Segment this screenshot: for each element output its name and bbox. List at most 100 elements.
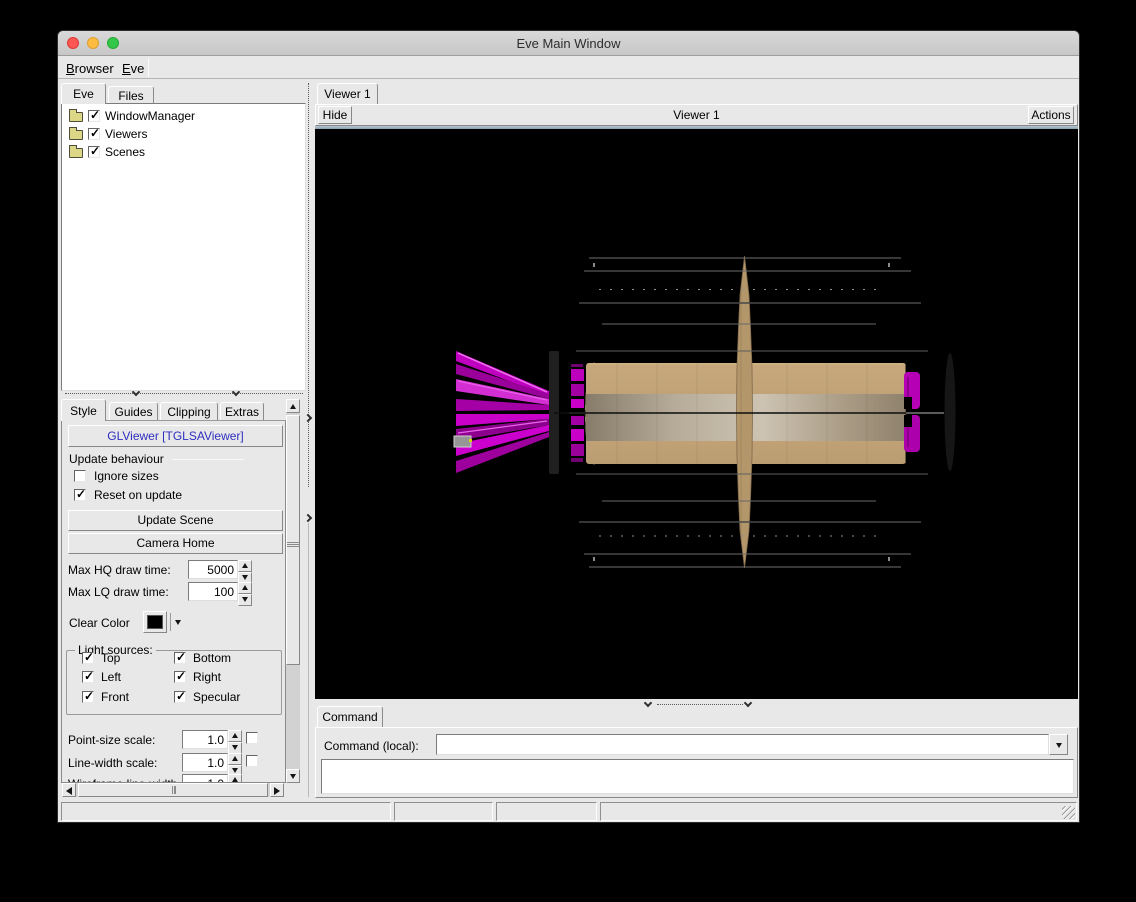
- glviewer-button[interactable]: GLViewer [TGLSAViewer]: [68, 425, 283, 447]
- light-specular-checkbox[interactable]: [174, 689, 186, 703]
- style-panel: GLViewer [TGLSAViewer] Update behaviour …: [61, 420, 286, 783]
- windowmanager-checkbox[interactable]: [88, 108, 100, 122]
- splitter-collapse-icon[interactable]: [303, 413, 313, 423]
- scroll-left-icon[interactable]: [62, 783, 76, 797]
- actions-button[interactable]: Actions: [1028, 106, 1074, 124]
- thumb-grip: [287, 541, 299, 548]
- folder-icon: [69, 127, 83, 140]
- splitter-collapse-icon[interactable]: [743, 698, 753, 708]
- tab-files[interactable]: Files: [108, 86, 154, 104]
- light-bottom-checkbox[interactable]: [174, 650, 186, 664]
- clear-color-swatch[interactable]: [143, 611, 167, 633]
- tab-guides[interactable]: Guides: [109, 402, 158, 421]
- command-output[interactable]: [321, 759, 1074, 794]
- max-lq-label: Max LQ draw time:: [68, 585, 169, 599]
- reset-on-update-label: Reset on update: [94, 488, 183, 502]
- eve-main-window: Eve Main Window Browser Eve Eve Files Wi…: [57, 30, 1080, 823]
- gl-viewport-scene: [453, 255, 956, 569]
- wireframe-input[interactable]: 1.0: [182, 774, 228, 782]
- tree-row-windowmanager[interactable]: WindowManager: [62, 108, 305, 126]
- desktop-background: Eve Main Window Browser Eve Eve Files Wi…: [0, 0, 1136, 902]
- spin-up-icon[interactable]: [238, 582, 252, 594]
- splitter-collapse-icon[interactable]: [303, 513, 313, 523]
- command-input[interactable]: [436, 734, 1049, 755]
- tree-row-viewers[interactable]: Viewers: [62, 126, 305, 144]
- point-size-label: Point-size scale:: [68, 733, 156, 747]
- ignore-sizes-checkbox[interactable]: [74, 470, 86, 482]
- camera-home-button[interactable]: Camera Home: [68, 533, 283, 554]
- command-dropdown[interactable]: [1049, 734, 1068, 755]
- status-segment: [61, 802, 391, 821]
- max-hq-spinner[interactable]: [238, 560, 252, 584]
- tab-command[interactable]: Command: [317, 706, 383, 727]
- light-front-checkbox[interactable]: [82, 689, 94, 703]
- clear-color-dropdown[interactable]: [170, 613, 184, 631]
- line-width-label: Line-width scale:: [68, 756, 158, 770]
- command-local-label: Command (local):: [324, 739, 419, 753]
- folder-icon: [69, 145, 83, 158]
- viewer-command-splitter[interactable]: [315, 698, 1078, 708]
- point-size-input[interactable]: 1.0: [182, 730, 228, 749]
- status-segment: [394, 802, 493, 821]
- viewers-checkbox[interactable]: [88, 126, 100, 140]
- resize-grip[interactable]: [1062, 806, 1075, 819]
- status-segment: [600, 802, 1077, 821]
- folder-icon: [69, 109, 83, 122]
- command-panel: Command (local):: [315, 727, 1078, 798]
- eve-tree-list[interactable]: WindowManager Viewers Scenes: [61, 103, 306, 391]
- tab-style[interactable]: Style: [61, 399, 106, 421]
- light-left-checkbox[interactable]: [82, 669, 94, 683]
- scroll-up-icon[interactable]: [286, 399, 300, 413]
- menu-eve[interactable]: Eve: [118, 60, 148, 77]
- tree-row-scenes[interactable]: Scenes: [62, 144, 305, 162]
- group-rule: [172, 459, 244, 460]
- wireframe-spinner[interactable]: [228, 774, 242, 782]
- spin-up-icon[interactable]: [228, 730, 242, 742]
- update-behaviour-label: Update behaviour: [69, 452, 164, 466]
- update-scene-button[interactable]: Update Scene: [68, 510, 283, 531]
- scroll-right-icon[interactable]: [270, 783, 284, 797]
- status-segment: [496, 802, 597, 821]
- wireframe-label: Wireframe line-width: [68, 777, 177, 782]
- style-vscrollbar[interactable]: [286, 399, 300, 783]
- max-hq-input[interactable]: 5000: [188, 560, 238, 579]
- max-lq-input[interactable]: 100: [188, 582, 238, 601]
- viewer-frame-edge: [315, 126, 1078, 129]
- tab-extras[interactable]: Extras: [220, 402, 264, 421]
- line-width-input[interactable]: 1.0: [182, 753, 228, 772]
- gl-viewport[interactable]: [315, 129, 1078, 699]
- hscrollbar-thumb[interactable]: [78, 783, 268, 797]
- spin-down-icon[interactable]: [238, 594, 252, 606]
- tab-clipping[interactable]: Clipping: [160, 402, 218, 421]
- light-right-checkbox[interactable]: [174, 669, 186, 683]
- point-size-checkbox[interactable]: [246, 732, 258, 744]
- reset-on-update-checkbox[interactable]: [74, 487, 86, 501]
- scenes-checkbox[interactable]: [88, 144, 100, 158]
- line-width-checkbox[interactable]: [246, 755, 258, 767]
- max-lq-spinner[interactable]: [238, 582, 252, 606]
- scroll-down-icon[interactable]: [286, 769, 300, 783]
- spin-up-icon[interactable]: [228, 774, 242, 782]
- viewer-header: Hide Viewer 1 Actions: [315, 104, 1078, 126]
- menu-divider: [148, 58, 149, 77]
- light-top-checkbox[interactable]: [82, 650, 94, 664]
- ignore-sizes-label: Ignore sizes: [94, 469, 159, 483]
- viewer-title: Viewer 1: [673, 108, 720, 122]
- menu-browser[interactable]: Browser: [62, 60, 118, 77]
- tab-viewer1[interactable]: Viewer 1: [317, 83, 378, 104]
- window-title: Eve Main Window: [516, 36, 621, 51]
- menu-bar: Browser Eve: [58, 56, 1079, 79]
- tab-eve[interactable]: Eve: [61, 83, 106, 104]
- endcap-rings: [904, 372, 920, 452]
- splitter-collapse-icon[interactable]: [643, 698, 653, 708]
- tree-item-label[interactable]: Scenes: [105, 145, 145, 159]
- title-bar[interactable]: Eve Main Window: [58, 31, 1079, 56]
- style-hscrollbar[interactable]: [62, 783, 284, 797]
- spin-up-icon[interactable]: [228, 753, 242, 765]
- tree-item-label[interactable]: Viewers: [105, 127, 147, 141]
- right-absorber: [944, 353, 956, 471]
- tree-item-label[interactable]: WindowManager: [105, 109, 195, 123]
- point-size-spinner[interactable]: [228, 730, 242, 754]
- vscrollbar-thumb[interactable]: [286, 415, 300, 665]
- spin-up-icon[interactable]: [238, 560, 252, 572]
